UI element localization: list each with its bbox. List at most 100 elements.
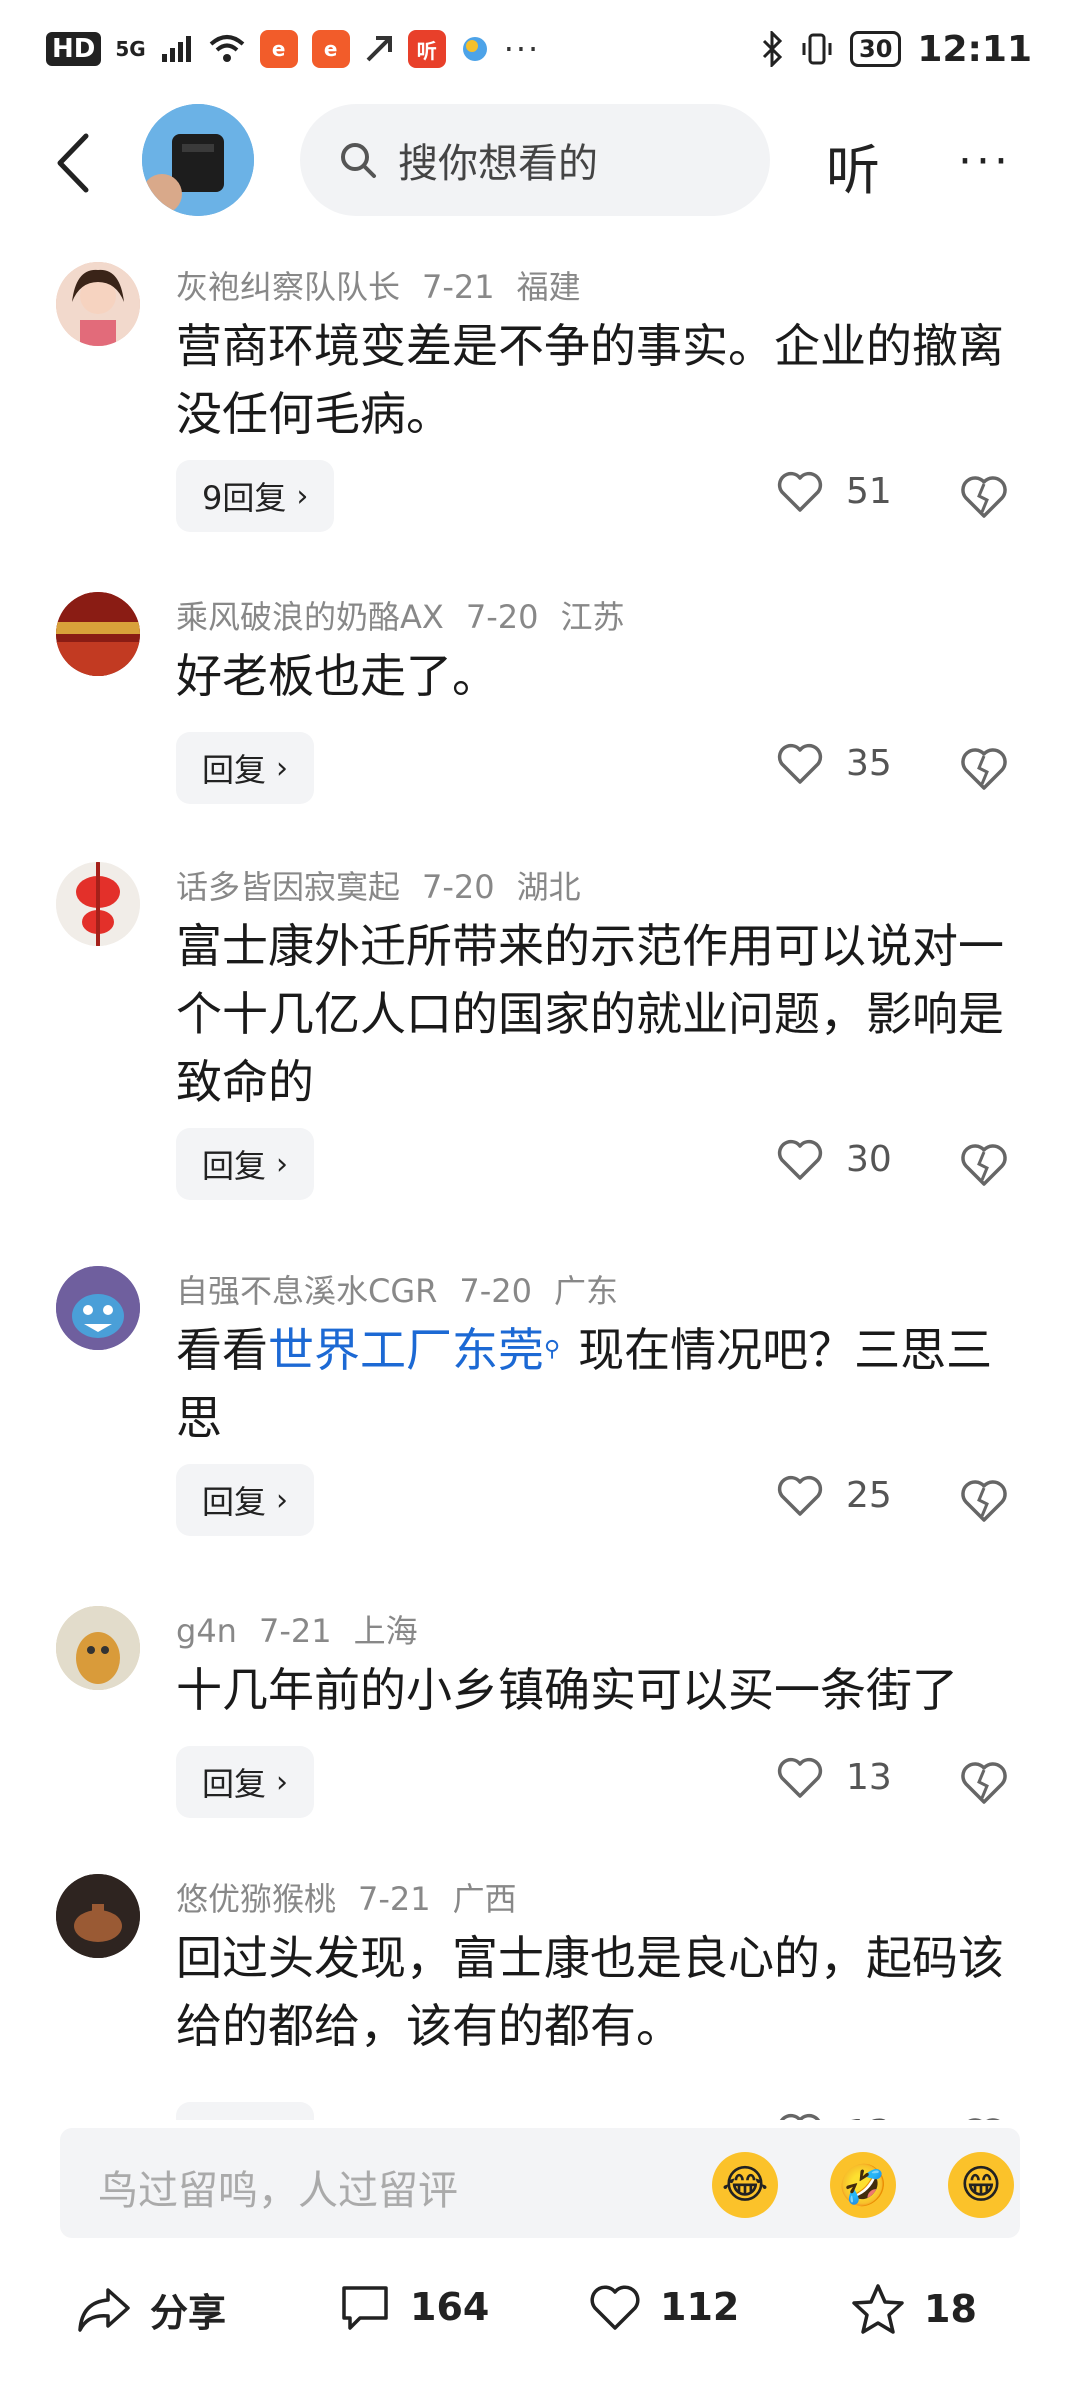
broken-heart-icon[interactable] (958, 2112, 1010, 2120)
username[interactable]: 自强不息溪水CGR (176, 1272, 437, 1310)
plane-icon (366, 36, 392, 62)
user-avatar[interactable] (56, 592, 140, 676)
comment-date: 7-20 (465, 598, 539, 636)
comment-meta: 乘风破浪的奶酪AX 7-20 江苏 (176, 592, 646, 638)
wifi-icon (209, 35, 245, 62)
back-arrow-icon[interactable] (48, 128, 108, 198)
like-article-button[interactable]: 112 (588, 2282, 739, 2332)
comment-item: 悠优猕猴桃 7-21 广西 回过头发现，富士康也是良心的，起码该给的都给，该有的都有… (0, 1862, 1080, 2120)
like-count: 35 (846, 742, 892, 784)
avatar-image (56, 1606, 140, 1690)
more-button[interactable]: ··· (958, 136, 1012, 187)
like-count: 30 (846, 1138, 892, 1180)
comment-input[interactable]: 鸟过留鸣，人过留评 😂 🤣 😁 (60, 2128, 1020, 2238)
comment-text: 十几年前的小乡镇确实可以买一条街了 (176, 1663, 958, 1717)
signal-icon (161, 36, 191, 62)
reply-button[interactable]: 回复› (176, 2102, 315, 2120)
share-button[interactable]: 分享 (76, 2282, 226, 2337)
comment-date: 7-20 (422, 868, 495, 906)
favorite-button[interactable]: 18 (850, 2282, 977, 2336)
username[interactable]: 乘风破浪的奶酪AX (176, 598, 444, 636)
user-avatar[interactable] (56, 262, 140, 346)
avatar-image (142, 104, 254, 216)
comment-meta: g4n 7-21 上海 (176, 1606, 440, 1652)
user-avatar[interactable] (56, 862, 140, 946)
username[interactable]: g4n (176, 1612, 237, 1650)
username[interactable]: 灰袍纠察队队长 (176, 268, 400, 306)
username[interactable]: 悠优猕猴桃 (176, 1880, 336, 1918)
comment-count-button[interactable]: 164 (338, 2282, 489, 2332)
comment-date: 7-21 (358, 1880, 431, 1918)
comment-item: 灰袍纠察队队长 7-21 福建 营商环境变差是不争的事实。企业的撤离没任何毛病。 9… (0, 250, 1080, 550)
article-like-count: 112 (660, 2285, 740, 2329)
reply-label: 回复 (202, 1483, 267, 1521)
comment-item: g4n 7-21 上海 十几年前的小乡镇确实可以买一条街了 回复 › 13 (0, 1594, 1080, 1844)
broken-heart-icon[interactable] (958, 1138, 1010, 1190)
topic-link[interactable]: 世界工厂东莞 (268, 1323, 544, 1377)
broken-heart-icon[interactable] (958, 470, 1010, 522)
chevron-right-icon: › (276, 1482, 289, 1518)
heart-icon (777, 1475, 823, 1516)
share-label: 分享 (150, 2291, 227, 2335)
network-indicator: 5G (115, 37, 146, 61)
listen-button[interactable]: 听 (826, 126, 880, 205)
chevron-right-icon: › (296, 478, 309, 514)
listen-app-icon: 听 (407, 30, 446, 68)
like-count: 25 (846, 1474, 892, 1516)
reply-button[interactable]: 回复› (176, 732, 315, 804)
grin-emoji-icon[interactable]: 😁 (948, 2152, 1014, 2218)
battery-indicator: 30 (850, 31, 902, 67)
broken-heart-icon[interactable] (958, 1756, 1010, 1808)
user-avatar[interactable] (56, 1874, 140, 1958)
like-count: 13 (846, 1756, 892, 1798)
username[interactable]: 话多皆因寂寞起 (176, 868, 400, 906)
star-icon (852, 2284, 904, 2334)
comment-item: 话多皆因寂寞起 7-20 湖北 富士康外迁所带来的示范作用可以说对一个十几亿人口的国… (0, 850, 1080, 1230)
comment-text-part: 看看 (176, 1323, 268, 1377)
comment-meta: 自强不息溪水CGR 7-20 广东 (176, 1266, 640, 1312)
crying-laugh-emoji-icon[interactable]: 😂 (712, 2152, 778, 2218)
bluetooth-icon (762, 31, 783, 67)
comment-region: 上海 (353, 1612, 418, 1650)
like-button[interactable]: 13 (776, 1754, 892, 1800)
comment-date: 7-20 (459, 1272, 533, 1310)
comment-meta: 灰袍纠察队队长 7-21 福建 (176, 262, 603, 308)
broken-heart-icon[interactable] (958, 742, 1010, 794)
browser-icon (462, 37, 487, 61)
reply-button[interactable]: 回复› (176, 1746, 315, 1818)
like-button[interactable]: 51 (776, 468, 892, 514)
comment-region: 江苏 (560, 598, 625, 636)
reply-button[interactable]: 9回复 › (176, 460, 335, 532)
like-button[interactable]: 30 (776, 1136, 892, 1182)
search-icon: ⚲ (544, 1337, 561, 1362)
comment-region: 福建 (516, 268, 581, 306)
reply-button[interactable]: 回复› (176, 1464, 315, 1536)
like-count: 13 (846, 2113, 892, 2121)
comment-meta: 话多皆因寂寞起 7-20 湖北 (176, 862, 603, 908)
like-button[interactable]: 13 (776, 2110, 892, 2120)
clock: 12:11 (917, 28, 1032, 70)
overflow-indicator: ··· (503, 30, 541, 68)
avatar-image (56, 592, 140, 676)
heart-icon (779, 2113, 821, 2120)
reply-button[interactable]: 回复› (176, 1128, 315, 1200)
app-notification-icon: e (311, 30, 350, 68)
rofl-emoji-icon[interactable]: 🤣 (830, 2152, 896, 2218)
user-avatar[interactable] (56, 1266, 140, 1350)
hd-badge: HD (46, 32, 102, 66)
search-bar[interactable]: 搜你想看的 (300, 104, 770, 216)
comment-text: 富士康外迁所带来的示范作用可以说对一个十几亿人口的国家的就业问题，影响是致命的 (176, 919, 1004, 1109)
comment-region: 广西 (452, 1880, 517, 1918)
avatar-image (56, 262, 140, 346)
heart-icon (590, 2285, 640, 2330)
comment-region: 广东 (554, 1272, 619, 1310)
like-button[interactable]: 25 (776, 1472, 892, 1518)
broken-heart-icon[interactable] (958, 1474, 1010, 1526)
comment-text: 回过头发现，富士康也是良心的，起码该给的都给，该有的都有。 (176, 1931, 1004, 2053)
like-button[interactable]: 35 (776, 740, 892, 786)
author-avatar[interactable] (142, 104, 254, 216)
app-notification-icon: e (259, 30, 298, 68)
user-avatar[interactable] (56, 1606, 140, 1690)
avatar-image (56, 1874, 140, 1958)
reply-label: 回复 (202, 1765, 267, 1803)
